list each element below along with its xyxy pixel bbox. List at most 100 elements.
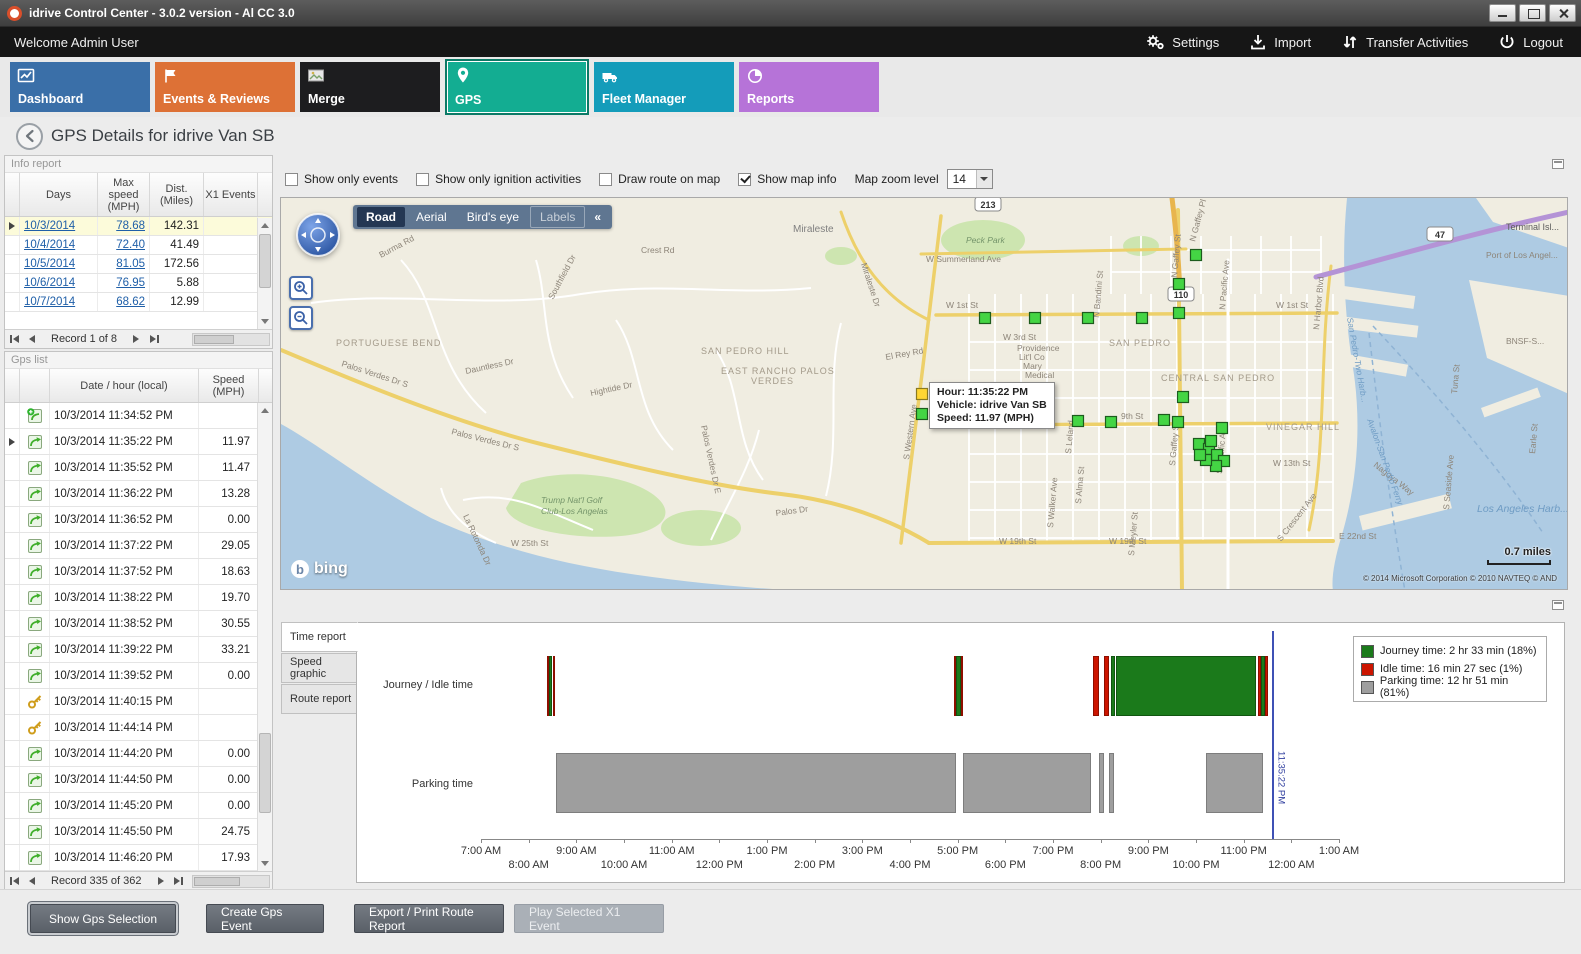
column-header-max-speed[interactable]: Max speed (MPH) [98,173,150,216]
info-report-scrollbar[interactable] [257,218,272,329]
checkbox-show-map-info[interactable]: Show map info [738,172,836,186]
gps-list-row[interactable]: 10/3/2014 11:35:52 PM11.47 [5,455,272,481]
gps-point-marker[interactable] [1173,417,1184,428]
zoom-out-button[interactable] [289,306,313,330]
scrollbar-thumb[interactable] [194,877,240,886]
gps-list-row[interactable]: 10/3/2014 11:44:50 PM0.00 [5,767,272,793]
gps-list-row[interactable]: 10/3/2014 11:38:22 PM19.70 [5,585,272,611]
gps-point-marker[interactable] [1030,313,1041,324]
column-header-dist[interactable]: Dist. (Miles) [150,173,204,216]
gps-point-marker[interactable] [1194,439,1205,450]
map-compass-control[interactable] [295,212,341,261]
gps-list-row[interactable]: 10/3/2014 11:39:22 PM33.21 [5,637,272,663]
export-print-route-report-button[interactable]: Export / Print Route Report [354,904,504,933]
gps-point-marker[interactable] [917,409,928,420]
gps-list-row[interactable]: 10/3/2014 11:36:22 PM13.28 [5,481,272,507]
back-button[interactable] [16,123,43,150]
maximize-button[interactable] [1519,4,1546,22]
gps-list-row[interactable]: 10/3/2014 11:45:20 PM0.00 [5,793,272,819]
panel-maximize-icon[interactable] [1552,159,1564,169]
scroll-down-icon[interactable] [258,314,272,329]
pager-first-icon[interactable] [5,332,23,347]
create-gps-event-button[interactable]: Create Gps Event [206,904,324,933]
tab-merge[interactable]: Merge [300,62,440,112]
table-row[interactable]: 10/6/201476.955.88 [5,274,272,293]
pager-last-icon[interactable] [170,874,188,889]
gps-point-marker[interactable] [1106,417,1117,428]
pager-next-icon[interactable] [152,874,170,889]
horizontal-scrollbar[interactable] [192,333,270,346]
gps-list-row[interactable]: 10/3/2014 11:46:20 PM17.93 [5,845,272,871]
tab-reports[interactable]: Reports [739,62,879,112]
gps-list-scrollbar[interactable] [257,403,272,871]
gps-point-marker[interactable] [1217,423,1228,434]
gps-point-marker[interactable] [1211,461,1222,472]
gps-list-row[interactable]: 10/3/2014 11:35:22 PM11.97 [5,429,272,455]
minimize-button[interactable] [1489,4,1516,22]
tab-route-report[interactable]: Route report [281,684,357,714]
gps-list-row[interactable]: 10/3/2014 11:44:14 PM [5,715,272,741]
map-canvas[interactable]: MiralestePeck ParkPORTUGUESE BENDSAN PED… [281,198,1568,590]
gps-list-row[interactable]: 10/3/2014 11:45:50 PM24.75 [5,819,272,845]
scrollbar-thumb[interactable] [194,335,234,344]
pager-prev-icon[interactable] [23,874,41,889]
scrollbar-thumb[interactable] [259,733,271,813]
column-header-date-hour[interactable]: Date / hour (local) [50,369,199,402]
tab-events-reviews[interactable]: Events & Reviews [155,62,295,112]
import-button[interactable]: Import [1249,33,1311,51]
gps-point-marker[interactable] [1174,279,1185,290]
collapse-icon[interactable]: « [587,207,608,227]
gps-point-marker[interactable] [1073,416,1084,427]
checkbox-icon[interactable] [416,173,429,186]
gps-point-marker[interactable] [1206,436,1217,447]
checkbox-icon[interactable] [285,173,298,186]
scrollbar-thumb[interactable] [259,234,271,288]
gps-list-row[interactable]: 10/3/2014 11:40:15 PM [5,689,272,715]
pager-first-icon[interactable] [5,874,23,889]
gps-point-marker[interactable] [1191,250,1202,261]
selected-gps-point-marker[interactable] [917,389,928,400]
pager-last-icon[interactable] [145,332,163,347]
map-style-road[interactable]: Road [357,207,405,227]
zoom-in-button[interactable] [289,276,313,300]
gps-list-row[interactable]: 10/3/2014 11:34:52 PM [5,403,272,429]
table-row[interactable]: 10/4/201472.4041.49 [5,236,272,255]
table-row[interactable]: 10/7/201468.6212.99 [5,293,272,312]
settings-button[interactable]: Settings [1145,33,1219,51]
panel-maximize-icon[interactable] [1552,600,1564,610]
scroll-up-icon[interactable] [258,403,272,418]
pager-next-icon[interactable] [127,332,145,347]
tab-speed-graphic[interactable]: Speed graphic [281,653,357,683]
map-style-labels[interactable]: Labels [530,206,585,228]
play-selected-x1-event-button[interactable]: Play Selected X1 Event [514,904,664,933]
map[interactable]: MiralestePeck ParkPORTUGUESE BENDSAN PED… [280,197,1568,590]
column-header-x1-events[interactable]: X1 Events [204,173,258,216]
gps-point-marker[interactable] [1137,313,1148,324]
column-header-days[interactable]: Days [20,173,98,216]
checkbox-show-only-ignition[interactable]: Show only ignition activities [416,172,581,186]
logout-button[interactable]: Logout [1498,33,1563,51]
scroll-up-icon[interactable] [258,218,272,233]
gps-list-row[interactable]: 10/3/2014 11:36:52 PM0.00 [5,507,272,533]
gps-point-marker[interactable] [1159,415,1170,426]
checkbox-icon[interactable] [599,173,612,186]
gps-list-row[interactable]: 10/3/2014 11:38:52 PM30.55 [5,611,272,637]
map-zoom-select[interactable]: 14 [947,169,993,189]
map-style-aerial[interactable]: Aerial [407,207,456,227]
map-style-birdseye[interactable]: Bird's eye [458,207,528,227]
show-gps-selection-button[interactable]: Show Gps Selection [30,904,176,933]
tab-fleet-manager[interactable]: Fleet Manager [594,62,734,112]
checkbox-icon[interactable] [738,173,751,186]
horizontal-scrollbar[interactable] [192,875,270,888]
gps-point-marker[interactable] [1195,450,1206,461]
chevron-down-icon[interactable] [976,170,992,188]
gps-list-row[interactable]: 10/3/2014 11:44:20 PM0.00 [5,741,272,767]
column-header-speed[interactable]: Speed (MPH) [199,369,259,402]
gps-list-row[interactable]: 10/3/2014 11:37:52 PM18.63 [5,559,272,585]
close-button[interactable] [1549,4,1576,22]
table-row[interactable]: 10/5/201481.05172.56 [5,255,272,274]
gps-list-row[interactable]: 10/3/2014 11:39:52 PM0.00 [5,663,272,689]
scroll-down-icon[interactable] [258,856,272,871]
gps-list-row[interactable]: 10/3/2014 11:37:22 PM29.05 [5,533,272,559]
gps-point-marker[interactable] [1178,392,1189,403]
